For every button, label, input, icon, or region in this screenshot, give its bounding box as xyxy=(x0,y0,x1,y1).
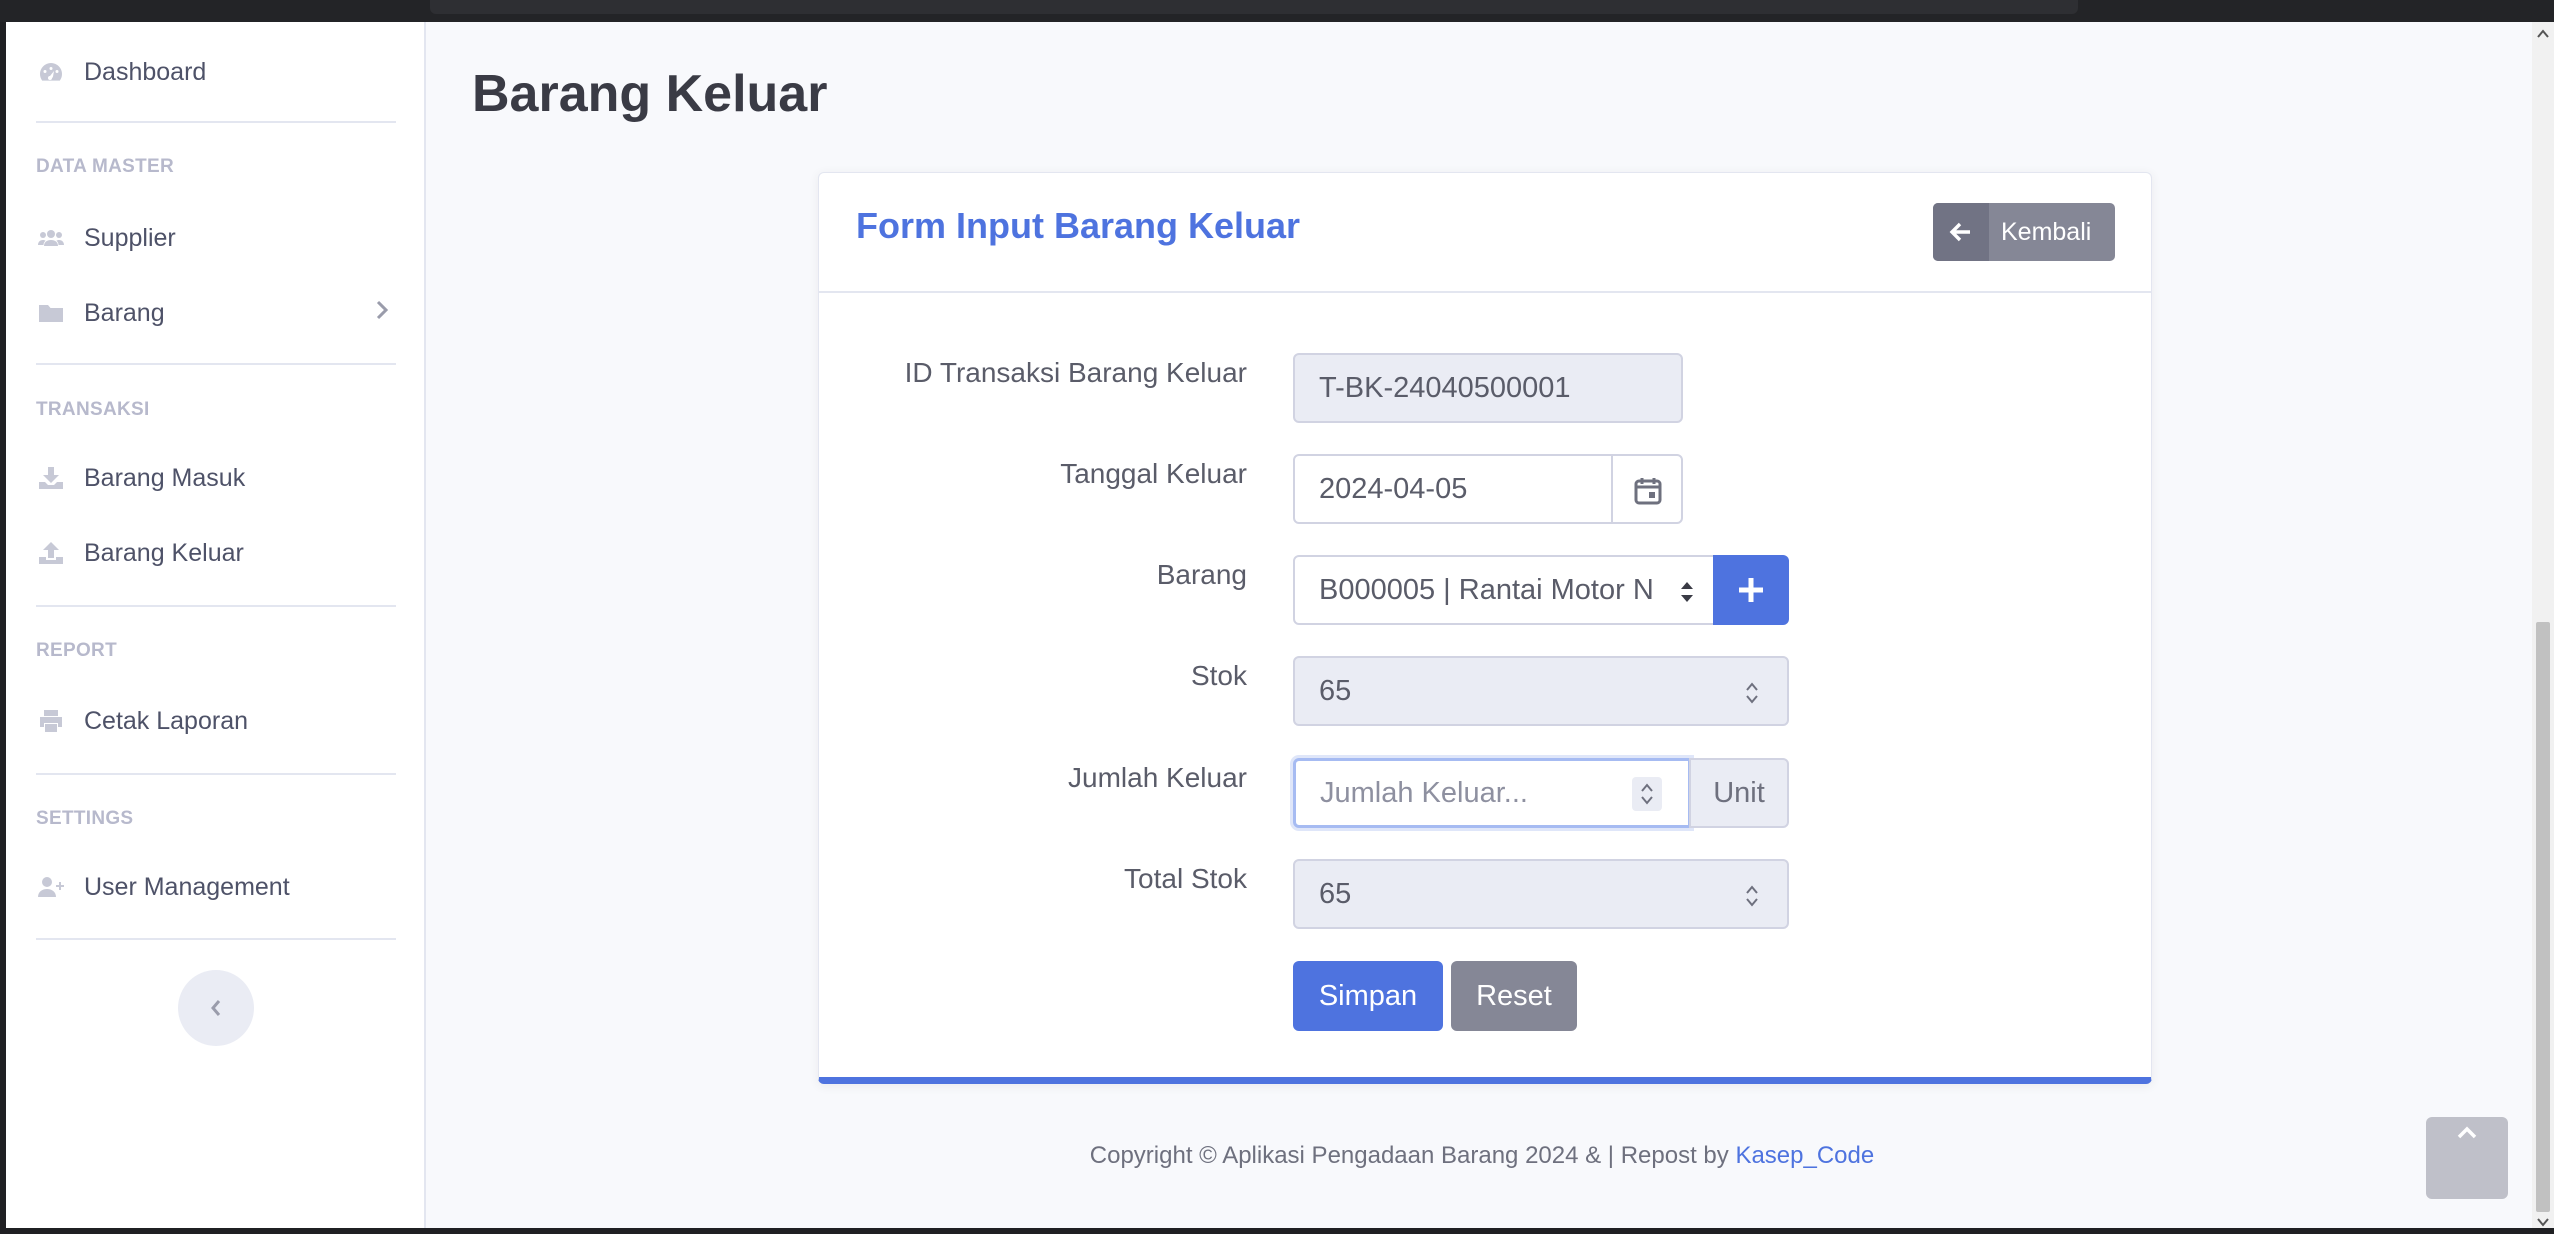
chevron-left-icon xyxy=(211,1000,221,1016)
stok-value: 65 xyxy=(1319,674,1352,707)
form-title: Form Input Barang Keluar xyxy=(856,205,1301,246)
card-header: Form Input Barang Keluar Kembali xyxy=(819,173,2151,293)
scroll-down-icon[interactable] xyxy=(2537,1216,2549,1228)
sidebar-item-barang-masuk[interactable]: Barang Masuk xyxy=(36,458,245,498)
number-spinner-icon xyxy=(1746,885,1758,907)
printer-icon xyxy=(36,709,66,733)
stok-label: Stok xyxy=(1190,660,1247,691)
sidebar-item-label: Cetak Laporan xyxy=(84,706,249,735)
jumlah-keluar-label: Jumlah Keluar xyxy=(1068,762,1247,793)
barang-select[interactable]: B000005 | Rantai Motor N xyxy=(1293,555,1717,625)
users-icon xyxy=(36,226,66,250)
number-spinner-icon xyxy=(1746,682,1758,704)
plus-icon xyxy=(1739,578,1763,602)
sidebar-item-barang[interactable]: Barang xyxy=(36,293,165,333)
sidebar-item-label: Dashboard xyxy=(84,57,207,86)
tanggal-keluar-value: 2024-04-05 xyxy=(1319,472,1468,505)
scrollbar-thumb[interactable] xyxy=(2536,622,2550,1212)
total-stok-label: Total Stok xyxy=(1124,863,1247,894)
sidebar-divider xyxy=(36,605,396,607)
footer-author-link[interactable]: Kasep_Code xyxy=(1735,1142,1874,1169)
folder-icon xyxy=(36,301,66,325)
sidebar-item-user-management[interactable]: User Management xyxy=(36,867,290,907)
footer-copyright: Copyright © Aplikasi Pengadaan Barang 20… xyxy=(1089,1142,1736,1169)
browser-top-bar xyxy=(0,0,2554,22)
sidebar-divider xyxy=(36,773,396,775)
sidebar-divider xyxy=(36,121,396,123)
sidebar-item-barang-keluar[interactable]: Barang Keluar xyxy=(36,533,244,573)
sidebar-heading-report: REPORT xyxy=(36,640,117,661)
back-button-label: Kembali xyxy=(2001,217,2092,246)
footer: Copyright © Aplikasi Pengadaan Barang 20… xyxy=(426,1142,2538,1170)
tanggal-keluar-label: Tanggal Keluar xyxy=(1060,458,1247,489)
sidebar-item-dashboard[interactable]: Dashboard xyxy=(36,52,206,92)
user-plus-icon xyxy=(36,875,66,899)
calendar-icon[interactable] xyxy=(1632,475,1664,507)
unit-label: Unit xyxy=(1713,776,1765,809)
unit-addon: Unit xyxy=(1689,758,1789,828)
arrow-left-icon xyxy=(1933,203,1989,261)
sidebar-divider xyxy=(36,363,396,365)
page-title: Barang Keluar xyxy=(472,65,828,123)
upload-icon xyxy=(36,541,66,565)
sidebar-item-label: User Management xyxy=(84,872,290,901)
barang-label: Barang xyxy=(1156,559,1247,590)
number-spinner-icon[interactable] xyxy=(1640,781,1654,807)
scroll-to-top-button[interactable] xyxy=(2426,1117,2508,1199)
id-transaksi-label: ID Transaksi Barang Keluar xyxy=(904,357,1247,388)
back-button[interactable]: Kembali xyxy=(1933,203,2115,261)
form-card: Form Input Barang Keluar Kembali ID Tran… xyxy=(818,172,2152,1084)
sidebar: Dashboard DATA MASTER Supplier Barang TR… xyxy=(6,22,426,1228)
reset-button[interactable]: Reset xyxy=(1451,961,1577,1031)
sidebar-heading-data-master: DATA MASTER xyxy=(36,156,175,177)
sidebar-item-label: Barang xyxy=(84,298,165,327)
app-window: Dashboard DATA MASTER Supplier Barang TR… xyxy=(6,22,2538,1228)
download-icon xyxy=(36,466,66,490)
dashboard-icon xyxy=(36,60,66,84)
sidebar-toggle-button[interactable] xyxy=(178,970,254,1046)
chevron-up-icon xyxy=(2457,1126,2477,1139)
total-stok-value: 65 xyxy=(1319,877,1352,910)
page-scrollbar[interactable] xyxy=(2532,22,2554,1228)
save-button[interactable]: Simpan xyxy=(1293,961,1443,1031)
tanggal-keluar-field[interactable]: 2024-04-05 xyxy=(1293,454,1683,524)
id-transaksi-value: T-BK-24040500001 xyxy=(1319,371,1571,404)
add-barang-button[interactable] xyxy=(1713,555,1789,625)
jumlah-keluar-input[interactable]: Jumlah Keluar... xyxy=(1293,758,1691,828)
sidebar-item-label: Supplier xyxy=(84,223,176,252)
sidebar-item-cetak-laporan[interactable]: Cetak Laporan xyxy=(36,701,248,741)
barang-select-value: B000005 | Rantai Motor N xyxy=(1319,573,1654,606)
stok-field: 65 xyxy=(1293,656,1789,726)
sidebar-item-supplier[interactable]: Supplier xyxy=(36,218,176,258)
select-sort-icon xyxy=(1681,582,1693,602)
chevron-right-icon[interactable] xyxy=(374,295,392,325)
id-transaksi-field: T-BK-24040500001 xyxy=(1293,353,1683,423)
sidebar-heading-settings: SETTINGS xyxy=(36,808,134,829)
jumlah-keluar-placeholder: Jumlah Keluar... xyxy=(1320,776,1528,809)
total-stok-field: 65 xyxy=(1293,859,1789,929)
sidebar-divider xyxy=(36,938,396,940)
sidebar-heading-transaksi: TRANSAKSI xyxy=(36,399,150,420)
sidebar-item-label: Barang Masuk xyxy=(84,463,246,492)
scroll-up-icon[interactable] xyxy=(2537,28,2549,40)
sidebar-item-label: Barang Keluar xyxy=(84,538,244,567)
